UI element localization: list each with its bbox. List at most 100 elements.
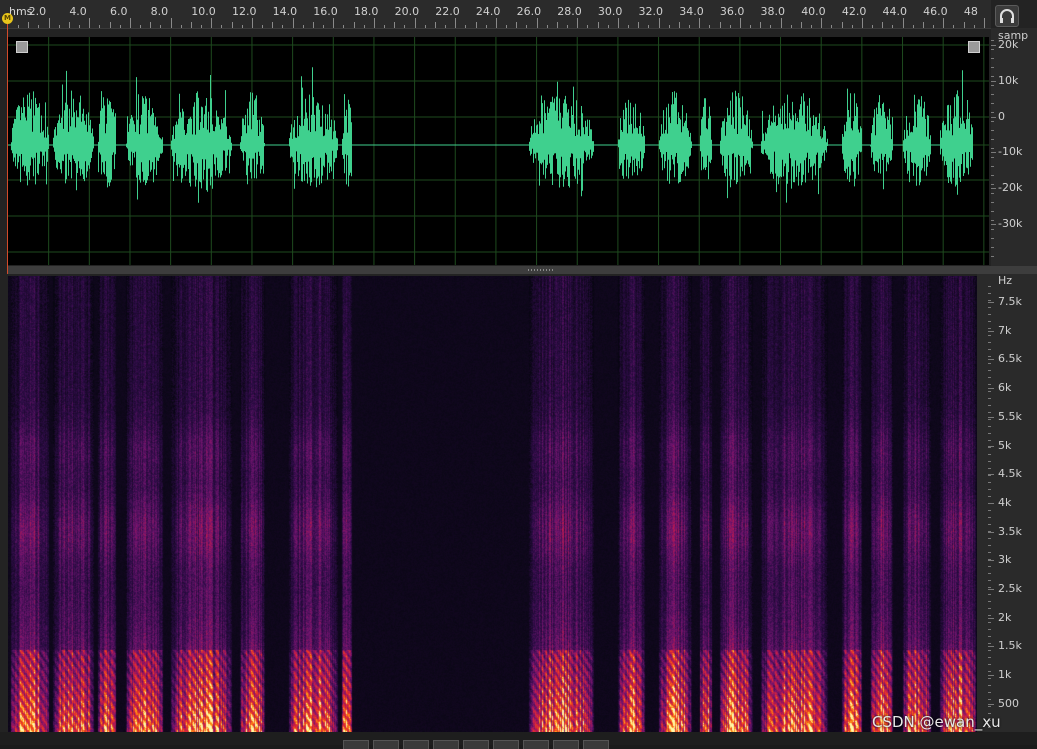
ruler-minor-tick (28, 22, 30, 28)
amplitude-minor-tick (991, 103, 994, 104)
frequency-tick (988, 302, 994, 303)
frequency-minor-tick (988, 454, 991, 455)
ruler-time-label: 20.0 (394, 5, 420, 18)
ruler-minor-tick (851, 25, 853, 28)
ruler-minor-tick (241, 25, 243, 28)
ruler-minor-tick (140, 25, 142, 28)
splitter-grip-icon[interactable] (528, 269, 554, 271)
ruler-major-tick (129, 18, 131, 28)
ruler-minor-tick (465, 25, 467, 28)
ruler-minor-tick (272, 22, 274, 28)
ruler-major-tick (89, 18, 91, 28)
amplitude-minor-tick (991, 220, 994, 221)
ruler-time-label: 6.0 (109, 5, 128, 18)
ruler-minor-tick (567, 25, 569, 28)
frequency-minor-tick (988, 538, 991, 539)
amplitude-minor-tick (991, 157, 994, 158)
panel-splitter[interactable] (8, 266, 1037, 274)
frequency-tick-label: 4k (998, 495, 1012, 509)
frequency-minor-tick (988, 496, 991, 497)
ruler-minor-tick (190, 22, 192, 28)
ruler-time-label: 12.0 (231, 5, 257, 18)
ruler-major-tick (292, 18, 294, 28)
ruler-minor-tick (485, 25, 487, 28)
spectrogram-display[interactable] (8, 276, 977, 732)
ruler-major-tick (658, 18, 660, 28)
ruler-major-tick (251, 18, 253, 28)
ruler-minor-tick (119, 25, 121, 28)
frequency-minor-tick (988, 552, 991, 553)
ruler-minor-tick (882, 22, 884, 28)
zoom-corner-icon[interactable] (968, 41, 980, 53)
amplitude-minor-tick (991, 175, 994, 176)
amplitude-minor-tick (991, 247, 994, 248)
ruler-time-label: 34.0 (679, 5, 704, 18)
frequency-minor-tick (988, 398, 991, 399)
frequency-minor-tick (988, 636, 991, 637)
spectrogram-panel[interactable] (8, 276, 977, 732)
ruler-minor-tick (68, 22, 70, 28)
frequency-minor-tick (988, 622, 991, 623)
frequency-minor-tick (988, 405, 991, 406)
amplitude-tick (991, 224, 996, 225)
ruler-minor-tick (221, 25, 223, 28)
frequency-minor-tick (988, 580, 991, 581)
frequency-minor-tick (988, 475, 991, 476)
waveform-panel[interactable] (8, 37, 989, 265)
frequency-minor-tick (988, 419, 991, 420)
ruler-minor-tick (628, 25, 630, 28)
ruler-major-tick (780, 18, 782, 28)
frequency-minor-tick (988, 629, 991, 630)
ruler-minor-tick (18, 25, 20, 28)
ruler-minor-tick (648, 25, 650, 28)
waveform-display[interactable] (8, 37, 989, 265)
frequency-minor-tick (988, 363, 991, 364)
ruler-time-label: 44.0 (882, 5, 908, 18)
frequency-minor-tick (988, 608, 991, 609)
ruler-time-label: 42.0 (841, 5, 867, 18)
ruler-time-label: 22.0 (435, 5, 460, 18)
time-ruler[interactable]: hms 2.0 4.0 6.0 8.0 10.0 12.0 14.0 16.0 18.0 20.0… (0, 0, 991, 29)
ruler-minor-tick (892, 25, 894, 28)
ruler-minor-tick (404, 25, 406, 28)
frequency-minor-tick (988, 524, 991, 525)
ruler-major-tick (495, 18, 497, 28)
frequency-minor-tick (988, 461, 991, 462)
frequency-minor-tick (988, 517, 991, 518)
ruler-time-label: 30.0 (597, 5, 623, 18)
frequency-minor-tick (988, 468, 991, 469)
audio-editor-window: hms 2.0 4.0 6.0 8.0 10.0 12.0 14.0 16.0 18.0 20.0… (0, 0, 1037, 749)
ruler-time-label: 16.0 (313, 5, 338, 18)
ruler-minor-tick (99, 25, 101, 28)
ruler-time-label: 36.0 (719, 5, 745, 18)
frequency-minor-tick (988, 307, 991, 308)
zoom-corner-icon[interactable] (16, 41, 28, 53)
frequency-minor-tick (988, 664, 991, 665)
frequency-minor-tick (988, 531, 991, 532)
frequency-minor-tick (988, 657, 991, 658)
ruler-minor-tick (872, 25, 874, 28)
ruler-minor-tick (668, 25, 670, 28)
frequency-minor-tick (988, 566, 991, 567)
amplitude-scale: samp 20k 10k 0 -10k -20k -30k (991, 28, 1037, 266)
playhead-marker-icon[interactable]: M (2, 13, 13, 24)
ruler-minor-tick (841, 22, 843, 28)
frequency-minor-tick (988, 447, 991, 448)
ruler-time-label: 32.0 (638, 5, 664, 18)
frequency-minor-tick (988, 510, 991, 511)
ruler-time-label: 26.0 (516, 5, 542, 18)
ruler-major-tick (739, 18, 741, 28)
frequency-tick (988, 388, 994, 390)
ruler-minor-tick (282, 25, 284, 28)
ruler-minor-tick (689, 25, 691, 28)
frequency-minor-tick (988, 328, 991, 329)
headphone-monitor-button[interactable] (995, 5, 1019, 27)
frequency-minor-tick (988, 286, 991, 287)
ruler-minor-tick (607, 25, 609, 28)
ruler-minor-tick (963, 22, 965, 28)
frequency-minor-tick (988, 412, 991, 413)
frequency-tick (988, 675, 994, 677)
amplitude-minor-tick (991, 40, 994, 41)
frequency-minor-tick (988, 370, 991, 371)
frequency-minor-tick (988, 685, 991, 686)
